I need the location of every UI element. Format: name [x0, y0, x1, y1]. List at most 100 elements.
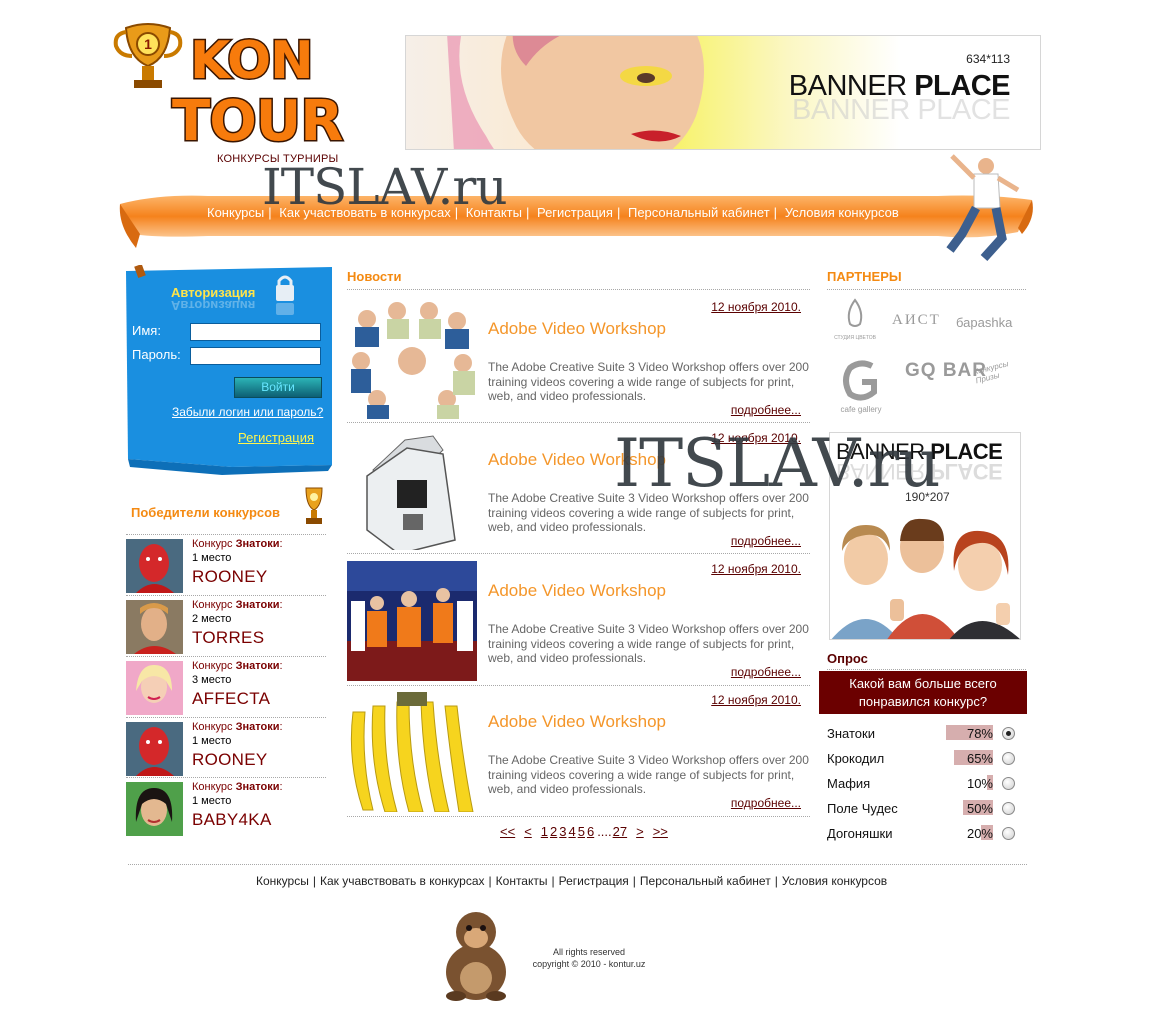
- news-image[interactable]: [347, 430, 477, 550]
- winner-nick[interactable]: BABY4KA: [192, 810, 272, 830]
- footer-link-contest-rules[interactable]: Условия конкурсов: [782, 874, 887, 888]
- winner-item[interactable]: Конкурс Знатоки: 1 место BABY4KA: [126, 778, 326, 836]
- top-banner[interactable]: 634*113 BANNER PLACE BANNER PLACE: [405, 35, 1041, 150]
- pager-page-6[interactable]: 6: [587, 824, 594, 839]
- read-more-link[interactable]: подробнее...: [731, 665, 801, 679]
- poll-option[interactable]: Крокодил 65%: [827, 749, 1017, 769]
- pager-page-4[interactable]: 4: [568, 824, 575, 839]
- poll-radio[interactable]: [1002, 827, 1015, 840]
- poll-option[interactable]: Поле Чудес 50%: [827, 799, 1017, 819]
- contest-name: Знатоки: [235, 660, 280, 672]
- winner-nick[interactable]: AFFECTA: [192, 689, 270, 709]
- poll-option[interactable]: Знатоки 78%: [827, 724, 1017, 744]
- read-more-link[interactable]: подробнее...: [731, 796, 801, 810]
- kontour-logo[interactable]: 1 KON TOUR: [112, 18, 392, 150]
- partner-logo-cafe-gallery[interactable]: cafe gallery: [838, 358, 884, 416]
- winner-item[interactable]: Конкурс Знатоки: 2 место TORRES: [126, 596, 326, 654]
- poll-radio[interactable]: [1002, 727, 1015, 740]
- pager-page-5[interactable]: 5: [578, 824, 585, 839]
- pager-prev[interactable]: <: [524, 824, 532, 839]
- contest-prefix: Конкурс: [192, 538, 236, 550]
- cup-icon: [305, 487, 323, 524]
- pager-next[interactable]: >: [636, 824, 644, 839]
- cafe-gallery-logo-icon: [843, 360, 877, 401]
- poll-option-label: Мафия: [827, 776, 871, 791]
- password-label: Пароль:: [132, 347, 181, 362]
- footer-link-contests[interactable]: Конкурсы: [256, 874, 309, 888]
- nav-separator: |: [525, 205, 530, 220]
- poll-option[interactable]: Догоняшки 20%: [827, 824, 1017, 844]
- winner-avatar: [126, 600, 183, 654]
- contest-name: Знатоки: [235, 599, 280, 611]
- nav-separator: |: [616, 205, 621, 220]
- winner-item[interactable]: Конкурс Знатоки: 1 место ROONEY: [126, 535, 326, 593]
- poll-title: Опрос: [827, 651, 868, 666]
- poll-option[interactable]: Мафия 10%: [827, 774, 1017, 794]
- footer-nav: Конкурсы | Как учавствовать в конкурсах | Ко…: [256, 874, 887, 888]
- news-description: The Adobe Creative Suite 3 Video Worksho…: [488, 622, 809, 665]
- winner-nick[interactable]: TORRES: [192, 628, 264, 648]
- footer-link-personal-cabinet[interactable]: Персональный кабинет: [640, 874, 771, 888]
- news-date[interactable]: 12 ноября 2010.: [711, 300, 801, 314]
- pager-page-1[interactable]: 1: [541, 824, 548, 839]
- news-description: The Adobe Creative Suite 3 Video Worksho…: [488, 360, 809, 403]
- register-link[interactable]: Регистрация: [238, 430, 314, 445]
- news-title-link[interactable]: Adobe Video Workshop: [488, 581, 666, 601]
- contest-colon: :: [279, 599, 283, 611]
- pager-first[interactable]: <<: [500, 824, 515, 839]
- pager-last[interactable]: >>: [653, 824, 668, 839]
- contest-prefix: Конкурс: [192, 599, 236, 611]
- news-image[interactable]: [347, 561, 477, 681]
- winner-item[interactable]: Конкурс Знатоки: 1 место ROONEY: [126, 718, 326, 776]
- partner-logo-aist[interactable]: АИСТ: [892, 312, 941, 329]
- contest-name: Знатоки: [235, 721, 280, 733]
- contest-colon: :: [279, 660, 283, 672]
- news-title-link[interactable]: Adobe Video Workshop: [488, 712, 666, 732]
- poll-question: Какой вам больше всего понравился конкур…: [819, 671, 1027, 714]
- news-title-link[interactable]: Adobe Video Workshop: [488, 319, 666, 339]
- copyright-block: All rights reserved copyright © 2010 - k…: [522, 946, 656, 970]
- nav-item-personal-cabinet[interactable]: Персональный кабинет: [628, 205, 770, 220]
- winner-avatar: [126, 722, 183, 776]
- news-date[interactable]: 12 ноября 2010.: [711, 562, 801, 576]
- pager-page-2[interactable]: 2: [550, 824, 557, 839]
- partner-logo-barashka[interactable]: бараshka: [956, 315, 1012, 330]
- pager-page-last[interactable]: 27: [613, 824, 627, 839]
- winner-item[interactable]: Конкурс Знатоки: 3 место AFFECTA: [126, 657, 326, 715]
- winner-contest: Конкурс Знатоки:: [192, 721, 283, 733]
- name-label: Имя:: [132, 323, 161, 338]
- footer-separator: |: [488, 874, 492, 888]
- divider: [827, 289, 1026, 290]
- login-button[interactable]: Войти: [234, 377, 322, 398]
- pager-page-3[interactable]: 3: [559, 824, 566, 839]
- nav-item-contests[interactable]: Конкурсы: [207, 205, 264, 220]
- footer-link-how-to-participate[interactable]: Как учавствовать в конкурсах: [320, 874, 485, 888]
- read-more-link[interactable]: подробнее...: [731, 534, 801, 548]
- footer-link-contacts[interactable]: Контакты: [496, 874, 548, 888]
- winner-nick[interactable]: ROONEY: [192, 750, 267, 770]
- news-date[interactable]: 12 ноября 2010.: [711, 693, 801, 707]
- news-image[interactable]: [347, 692, 477, 812]
- poll-radio[interactable]: [1002, 777, 1015, 790]
- banner-model-image: [447, 36, 704, 149]
- partner-logo-flower-studio[interactable]: СТУДИЯ ЦВЕТОВ: [832, 298, 878, 342]
- poll-radio[interactable]: [1002, 752, 1015, 765]
- nav-item-contest-rules[interactable]: Условия конкурсов: [785, 205, 899, 220]
- nav-item-registration[interactable]: Регистрация: [537, 205, 613, 220]
- name-input[interactable]: [190, 323, 321, 341]
- forgot-password-link[interactable]: Забыли логин или пароль?: [172, 405, 323, 419]
- poll-radio[interactable]: [1002, 802, 1015, 815]
- news-item: 12 ноября 2010. Adobe Video Workshop The…: [347, 293, 810, 419]
- footer-link-registration[interactable]: Регистрация: [559, 874, 629, 888]
- rights-reserved: All rights reserved: [552, 947, 626, 957]
- pager-ellipsis: ....: [597, 824, 612, 839]
- read-more-link[interactable]: подробнее...: [731, 403, 801, 417]
- banner-size-label: 634*113: [966, 52, 1010, 66]
- password-input[interactable]: [190, 347, 321, 365]
- winner-nick[interactable]: ROONEY: [192, 567, 267, 587]
- winners-title: Победители конкурсов: [131, 505, 281, 520]
- news-item: 12 ноября 2010. Adobe Video Workshop The…: [347, 686, 810, 812]
- contest-prefix: Конкурс: [192, 721, 236, 733]
- news-title: Новости: [347, 269, 402, 284]
- news-image[interactable]: [347, 299, 477, 419]
